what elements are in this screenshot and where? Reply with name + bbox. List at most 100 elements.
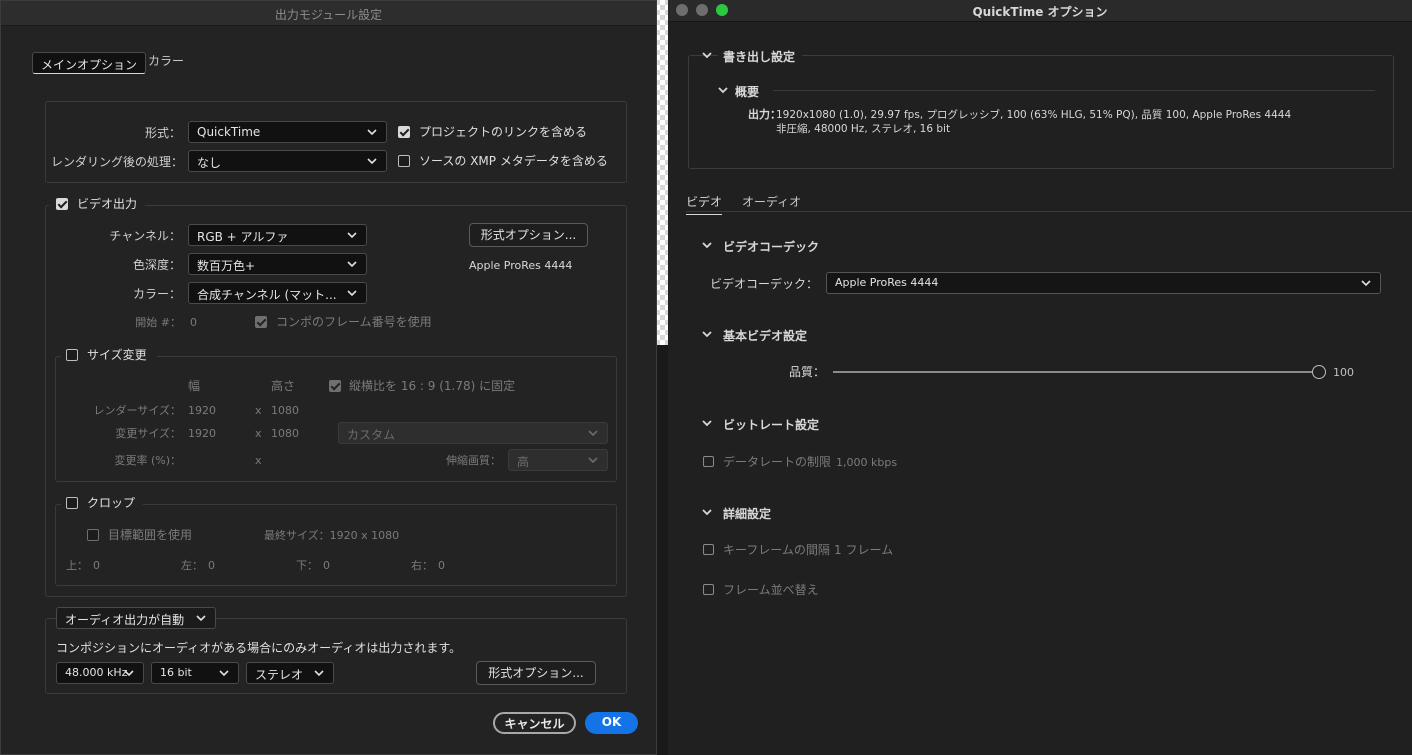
crop-left-label: 左：: [181, 559, 203, 572]
audio-format-options-button[interactable]: 形式オプション...: [476, 661, 596, 685]
use-roi-label: 目標範囲を使用: [108, 528, 193, 542]
data-rate-value[interactable]: 1,000 kbps: [836, 456, 897, 470]
render-size-label: レンダーサイズ：: [93, 404, 181, 417]
tab-audio[interactable]: オーディオ: [742, 193, 801, 210]
quality-label: 品質：: [789, 365, 826, 379]
resize-label: サイズ変更: [87, 348, 147, 362]
include-project-link-checkbox[interactable]: [398, 126, 410, 138]
tab-main-options[interactable]: メインオプション: [32, 52, 147, 74]
channels-label: チャンネル：: [109, 229, 181, 243]
audio-output-select[interactable]: オーディオ出力が自動: [56, 607, 216, 629]
audio-channels-select[interactable]: ステレオ: [246, 662, 334, 684]
use-comp-frame-label: コンポのフレーム番号を使用: [276, 315, 432, 329]
start-frame-label: 開始 #：: [135, 316, 181, 329]
channels-select[interactable]: RGB + アルファ: [188, 224, 367, 246]
video-codec-header: ビデオコーデック: [723, 240, 820, 254]
stretch-quality-select[interactable]: 高: [508, 449, 608, 471]
format-value: QuickTime: [197, 125, 261, 139]
depth-label: 色深度：: [132, 258, 181, 272]
crop-right-value[interactable]: 0: [438, 559, 445, 573]
crop-bottom-label: 下：: [296, 559, 318, 572]
include-project-link-label: プロジェクトのリンクを含める: [419, 125, 588, 139]
use-comp-frame-checkbox[interactable]: [255, 316, 267, 328]
keyframe-value[interactable]: 1 フレーム: [834, 543, 893, 557]
post-render-value: なし: [197, 156, 222, 170]
audio-output-value: オーディオ出力が自動: [65, 613, 185, 627]
crop-bottom-value[interactable]: 0: [323, 559, 330, 573]
include-xmp-checkbox[interactable]: [398, 155, 410, 167]
start-frame-value: 0: [190, 316, 197, 329]
audio-note: コンポジションにオーディオがある場合にのみオーディオは出力されます。: [56, 641, 462, 655]
chevron-down-icon: [124, 670, 134, 677]
cancel-button[interactable]: キャンセル: [493, 712, 576, 734]
divider: [773, 90, 1375, 91]
crop-group: [55, 504, 617, 586]
chevron-down-icon[interactable]: [701, 49, 713, 61]
depth-value: 数百万色+: [197, 259, 256, 273]
quicktime-options-dialog: QuickTime オプション 書き出し設定 概要 出力： 1920x1080 …: [668, 0, 1412, 755]
quality-value: 100: [1333, 366, 1354, 379]
resize-preset-select[interactable]: カスタム: [338, 422, 608, 444]
resize-percent-label: 変更率 (%)：: [114, 454, 181, 467]
chevron-down-icon[interactable]: [717, 84, 729, 96]
chevron-down-icon: [347, 290, 357, 297]
chevron-down-icon: [588, 457, 598, 464]
quality-slider-track[interactable]: [833, 371, 1319, 373]
use-roi-checkbox[interactable]: [87, 529, 99, 541]
tab-color[interactable]: カラー: [148, 52, 184, 69]
resize-preset-value: カスタム: [347, 428, 396, 442]
bit-depth-select[interactable]: 16 bit: [151, 662, 239, 684]
video-output-checkbox[interactable]: [56, 198, 68, 210]
crop-top-label: 上：: [66, 559, 88, 572]
resize-percent-x: x: [255, 454, 262, 467]
chevron-down-icon: [347, 261, 357, 268]
chevron-down-icon: [314, 670, 324, 677]
crop-left-value[interactable]: 0: [208, 559, 215, 573]
chevron-down-icon: [367, 129, 377, 136]
title-bar: QuickTime オプション: [668, 0, 1412, 22]
post-render-select[interactable]: なし: [188, 150, 387, 172]
chevron-down-icon[interactable]: [701, 506, 713, 518]
color-select[interactable]: 合成チャンネル (マット...: [188, 282, 367, 304]
frame-reorder-checkbox[interactable]: [703, 584, 714, 595]
chevron-down-icon[interactable]: [701, 417, 713, 429]
render-height: 1080: [271, 404, 299, 417]
stretch-quality-value: 高: [517, 455, 530, 469]
window-title: QuickTime オプション: [972, 5, 1108, 19]
include-xmp-label: ソースの XMP メタデータを含める: [419, 154, 608, 168]
title-bar: 出力モジュール設定: [1, 1, 656, 26]
chevron-down-icon: [588, 430, 598, 437]
video-codec-select[interactable]: Apple ProRes 4444: [826, 272, 1381, 294]
video-format-options-button[interactable]: 形式オプション...: [469, 223, 588, 247]
sample-rate-select[interactable]: 48.000 kHz: [56, 662, 144, 684]
ok-button[interactable]: OK: [585, 712, 638, 734]
resize-height-field[interactable]: 1080: [271, 427, 299, 441]
crop-right-label: 右：: [411, 559, 433, 572]
render-x: x: [255, 404, 262, 417]
resize-checkbox[interactable]: [66, 349, 78, 361]
limit-data-rate-checkbox[interactable]: [703, 456, 714, 467]
resize-width-field[interactable]: 1920: [188, 427, 216, 441]
summary-header: 概要: [735, 85, 760, 99]
crop-checkbox[interactable]: [66, 497, 78, 509]
chevron-down-icon[interactable]: [701, 239, 713, 251]
window-title: 出力モジュール設定: [274, 8, 383, 22]
bitrate-header: ビットレート設定: [723, 418, 820, 432]
depth-select[interactable]: 数百万色+: [188, 253, 367, 275]
quality-slider-thumb[interactable]: [1312, 365, 1326, 379]
lock-aspect-checkbox[interactable]: [329, 380, 341, 392]
crop-label: クロップ: [87, 496, 136, 510]
tab-divider: [686, 211, 1412, 212]
keyframe-checkbox[interactable]: [703, 544, 714, 555]
chevron-down-icon: [219, 670, 229, 677]
format-select[interactable]: QuickTime: [188, 121, 387, 143]
export-settings-header: 書き出し設定: [723, 50, 796, 64]
audio-channels-value: ステレオ: [255, 668, 304, 682]
advanced-header: 詳細設定: [723, 507, 772, 521]
crop-top-value[interactable]: 0: [93, 559, 100, 573]
format-label: 形式：: [144, 126, 181, 140]
chevron-down-icon[interactable]: [701, 328, 713, 340]
background-app: [657, 345, 668, 755]
color-value: 合成チャンネル (マット...: [197, 288, 337, 302]
color-label: カラー：: [132, 287, 181, 301]
